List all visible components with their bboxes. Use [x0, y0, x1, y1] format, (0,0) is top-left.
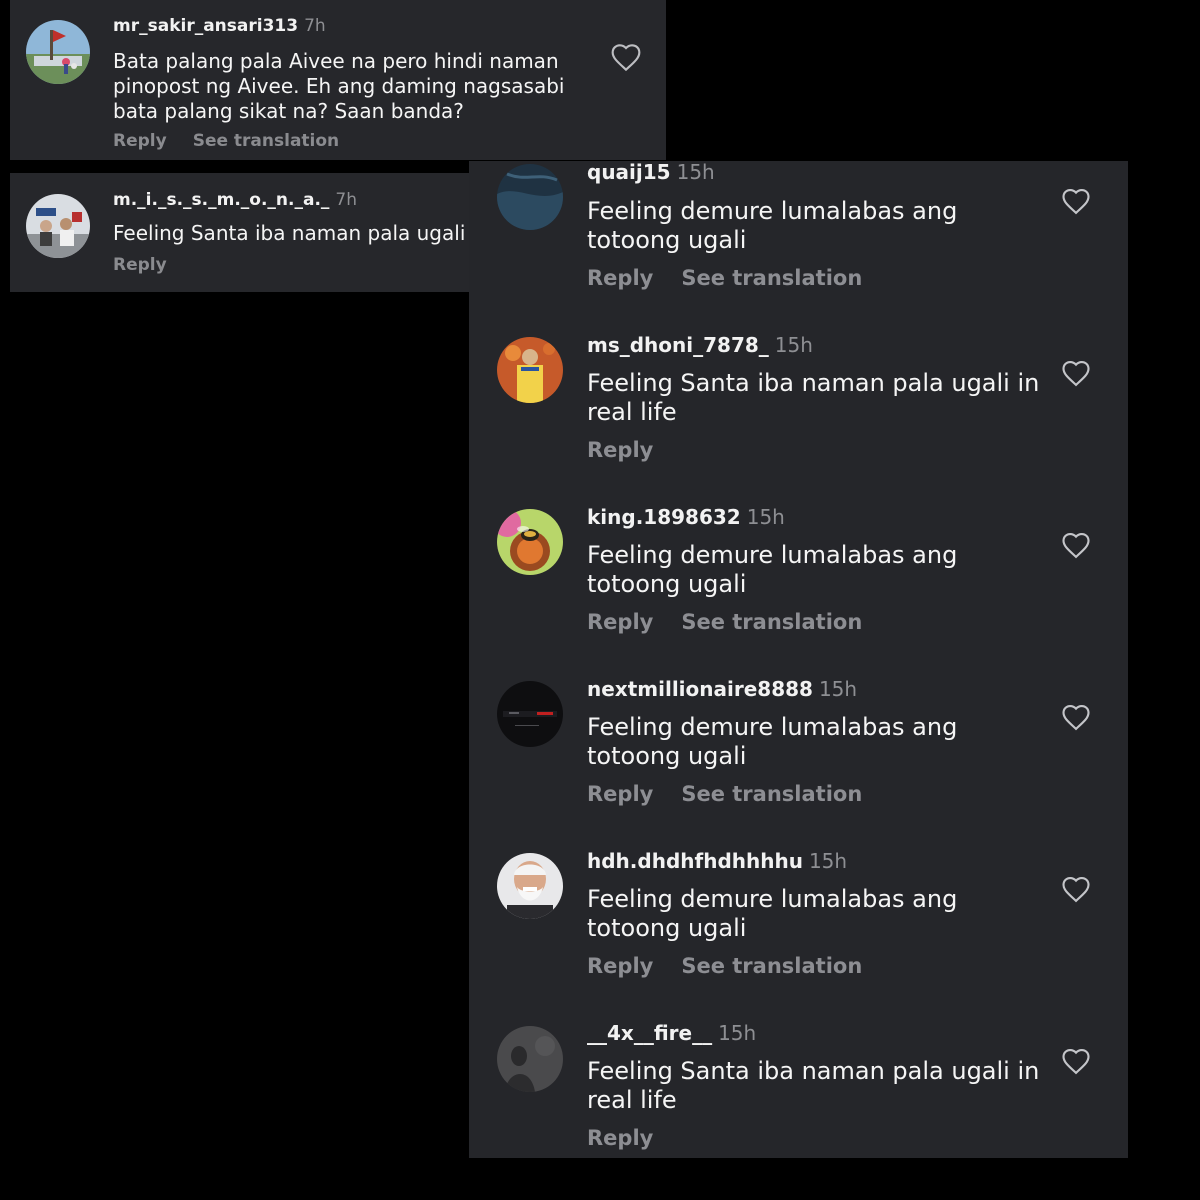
see-translation-button[interactable]: See translation	[681, 782, 862, 806]
comment-actions: Reply See translation	[587, 954, 862, 978]
comment-username[interactable]: __4x__fire__ 15h	[587, 1021, 756, 1045]
avatar[interactable]	[26, 20, 90, 84]
comment-actions: Reply	[587, 438, 653, 462]
comment-time: 15h	[718, 1021, 757, 1045]
comment-time: 15h	[808, 849, 848, 873]
reply-button[interactable]: Reply	[587, 610, 653, 634]
avatar[interactable]	[497, 1026, 563, 1092]
comment-time: 7h	[304, 16, 326, 36]
shadow-avatar-icon	[497, 1026, 563, 1092]
reply-button[interactable]: Reply	[587, 954, 653, 978]
reply-button[interactable]: Reply	[587, 782, 653, 806]
heart-icon[interactable]	[1061, 703, 1091, 735]
comment-actions: Reply See translation	[587, 782, 862, 806]
comment-text: Feeling demure lumalabas ang totoong uga…	[587, 885, 958, 942]
cricketer-avatar-icon	[497, 337, 563, 403]
see-translation-button[interactable]: See translation	[193, 131, 339, 151]
comment-username[interactable]: quaij15 15h	[587, 161, 715, 184]
comment-time: 15h	[676, 161, 715, 184]
comment-text: Feeling Santa iba naman pala ugali in re…	[587, 1057, 1040, 1114]
comment-actions: Reply See translation	[113, 131, 339, 151]
avatar[interactable]	[497, 337, 563, 403]
avatar[interactable]	[497, 509, 563, 575]
avatar[interactable]	[497, 164, 563, 230]
comment-time: 15h	[774, 333, 813, 357]
heart-icon[interactable]	[1061, 875, 1091, 907]
comment-actions: Reply See translation	[587, 266, 862, 290]
heart-icon[interactable]	[1061, 187, 1091, 219]
outdoor-scene-avatar-icon	[26, 20, 90, 84]
comment-actions: Reply	[113, 255, 167, 275]
reply-button[interactable]: Reply	[587, 438, 653, 462]
avatar[interactable]	[497, 681, 563, 747]
bee-flower-avatar-icon	[497, 509, 563, 575]
comment-panel-main: quaij15 15h Feeling demure lumalabas ang …	[469, 161, 1128, 1158]
comment-panel-top-left: mr_sakir_ansari313 7h Bata palang pala Ai…	[10, 0, 666, 160]
comment-time: 15h	[818, 677, 858, 701]
reply-button[interactable]: Reply	[113, 255, 167, 275]
comment-username[interactable]: king.1898632 15h	[587, 505, 785, 529]
see-translation-button[interactable]: See translation	[681, 954, 862, 978]
comment-actions: Reply See translation	[587, 610, 862, 634]
heart-icon[interactable]	[1061, 531, 1091, 563]
heart-icon[interactable]	[1061, 1047, 1091, 1079]
comment-username[interactable]: hdh.dhdhfhdhhhhu 15h	[587, 849, 847, 873]
reply-button[interactable]: Reply	[113, 131, 167, 151]
reply-button[interactable]: Reply	[587, 266, 653, 290]
comment-username[interactable]: m._i._s._s._m._o._n._a._ 7h	[113, 190, 357, 210]
avatar[interactable]	[497, 853, 563, 919]
comment-text: Feeling demure lumalabas ang totoong uga…	[587, 541, 958, 598]
avatar[interactable]	[26, 194, 90, 258]
comment-panel-middle-left: m._i._s._s._m._o._n._a._ 7h Feeling Santa…	[10, 173, 472, 292]
dark-car-avatar-icon	[497, 681, 563, 747]
comment-text: Feeling demure lumalabas ang totoong uga…	[587, 713, 958, 770]
comment-time: 15h	[746, 505, 785, 529]
comment-text: Bata palang pala Aivee na pero hindi nam…	[113, 49, 565, 123]
heart-icon[interactable]	[1061, 359, 1091, 391]
reply-button[interactable]: Reply	[587, 1126, 653, 1150]
comment-actions: Reply	[587, 1126, 653, 1150]
comment-text: Feeling Santa iba naman pala ugali i	[113, 221, 472, 245]
group-photo-avatar-icon	[26, 194, 90, 258]
see-translation-button[interactable]: See translation	[681, 610, 862, 634]
comment-username[interactable]: ms_dhoni_7878_ 15h	[587, 333, 813, 357]
see-translation-button[interactable]: See translation	[681, 266, 862, 290]
comment-username[interactable]: nextmillionaire8888 15h	[587, 677, 857, 701]
comment-time: 7h	[335, 190, 358, 210]
old-man-avatar-icon	[497, 853, 563, 919]
comment-text: Feeling demure lumalabas ang totoong uga…	[587, 197, 958, 254]
comment-username[interactable]: mr_sakir_ansari313 7h	[113, 16, 326, 36]
comment-text: Feeling Santa iba naman pala ugali in re…	[587, 369, 1040, 426]
denim-avatar-icon	[497, 164, 563, 230]
heart-icon[interactable]	[610, 42, 642, 76]
